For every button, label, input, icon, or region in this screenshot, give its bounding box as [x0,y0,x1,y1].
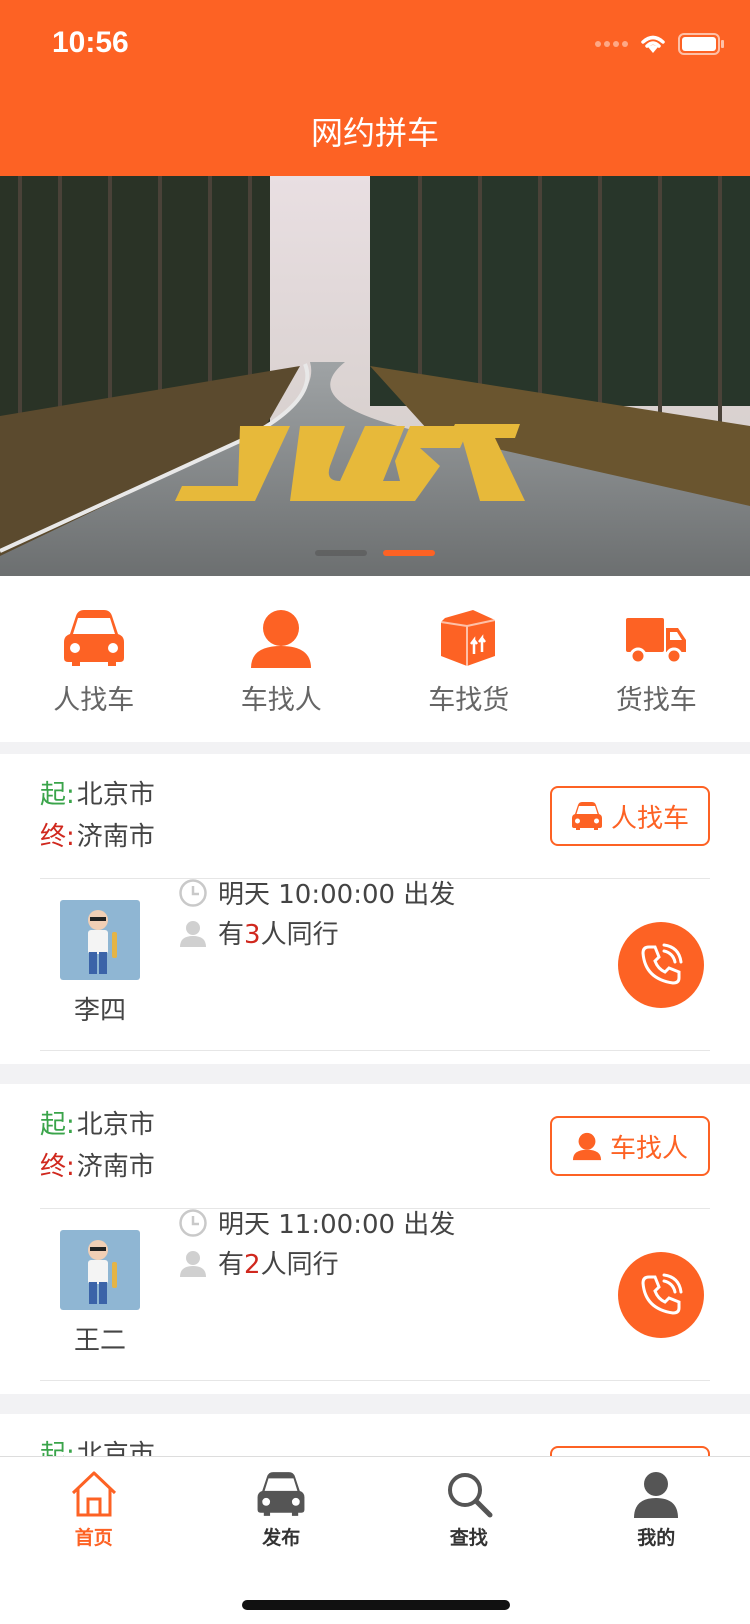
menu-label: 货找车 [615,685,697,716]
tab-label: 首页 [74,1527,113,1549]
end-label: 终: [40,1152,75,1182]
menu-item-car-find-cargo[interactable]: 车找货 [375,576,563,742]
car-icon [257,1472,305,1516]
call-button[interactable] [618,922,704,1008]
banner-image [0,176,750,576]
truck-icon [626,618,687,665]
battery-icon [678,33,724,55]
car-icon [63,610,124,666]
tab-search[interactable]: 查找 [375,1457,563,1624]
tab-label: 查找 [449,1527,488,1549]
wifi-icon [641,35,665,53]
departure-time: 明天 10:00:00 出发 [178,874,455,911]
end-label: 终: [40,822,75,852]
clock-icon [179,1208,207,1237]
clock-icon [179,878,207,907]
companions: 有2人同行 [178,1244,339,1281]
companions-count: 3 [244,920,261,950]
nav-header: 10:56 网约拼车 [0,0,750,176]
menu-label: 人找车 [53,685,135,716]
signal-icon [595,41,628,47]
end-city: 济南市 [76,822,155,852]
person-icon [572,1132,602,1161]
companions: 有3人同行 [178,914,339,951]
tab-home[interactable]: 首页 [0,1457,188,1624]
menu-item-person-find-car[interactable]: 人找车 [0,576,188,742]
ride-type-tag[interactable]: 人找车 [550,786,710,846]
companions-prefix: 有 [218,1250,245,1280]
home-indicator[interactable] [242,1600,510,1610]
ride-type-label: 车找人 [609,1133,688,1164]
ride-card[interactable]: 起:北京市 终:济南市 车找人 王二 明天 11:00:00 出发 有2人同行 [0,1084,750,1394]
menu-label: 车找人 [240,685,322,716]
driver-name: 李四 [73,996,126,1026]
car-icon [571,802,602,830]
tab-bar: 首页 发布 查找 我的 [0,1456,750,1624]
divider [40,1380,710,1381]
package-icon [440,610,495,666]
departure-text: 明天 10:00:00 出发 [218,880,456,910]
driver-name: 王二 [73,1326,126,1356]
phone-icon [641,943,683,985]
companions-suffix: 人同行 [260,920,339,950]
person-icon [251,610,312,668]
end-city: 济南市 [76,1152,155,1182]
departure-text: 明天 11:00:00 出发 [218,1210,456,1240]
user-icon [180,920,206,947]
status-icons [595,32,726,56]
carousel-dot[interactable] [315,550,367,556]
tab-publish[interactable]: 发布 [188,1457,376,1624]
menu-item-cargo-find-car[interactable]: 货找车 [563,576,750,742]
menu-item-car-find-person[interactable]: 车找人 [188,576,376,742]
avatar[interactable] [60,1230,140,1310]
menu-label: 车找货 [428,685,510,716]
tab-label: 我的 [637,1527,676,1549]
ride-card[interactable]: 起:北京市 终:济南市 人找车 李四 明天 10:00:00 出发 有3人同行 [0,754,750,1064]
start-label: 起: [40,780,75,810]
tab-label: 发布 [262,1527,301,1549]
home-icon [71,1471,116,1517]
avatar[interactable] [60,900,140,980]
search-icon [447,1473,493,1518]
status-time: 10:56 [52,26,129,59]
start-city: 北京市 [76,780,155,810]
page-title: 网约拼车 [310,114,439,152]
ride-type-label: 人找车 [610,803,689,834]
avatar-image [60,1230,140,1310]
ride-type-tag[interactable]: 车找人 [550,1116,710,1176]
companions-prefix: 有 [218,920,245,950]
start-city: 北京市 [76,1110,155,1140]
departure-time: 明天 11:00:00 出发 [178,1204,455,1241]
companions-suffix: 人同行 [260,1250,339,1280]
tab-mine[interactable]: 我的 [563,1457,750,1624]
category-menu: 人找车 车找人 车找货 货找车 [0,576,750,742]
companions-count: 2 [244,1250,261,1280]
route: 起:北京市 终:济南市 [40,1104,155,1188]
user-icon [634,1472,679,1518]
route: 起:北京市 终:济南市 [40,774,155,858]
carousel-dot-active[interactable] [383,550,435,556]
banner-carousel[interactable] [0,176,750,576]
call-button[interactable] [618,1252,704,1338]
user-icon [180,1250,206,1277]
phone-icon [641,1273,683,1315]
avatar-image [60,900,140,980]
divider [40,1050,710,1051]
carousel-dots [0,550,750,556]
start-label: 起: [40,1110,75,1140]
